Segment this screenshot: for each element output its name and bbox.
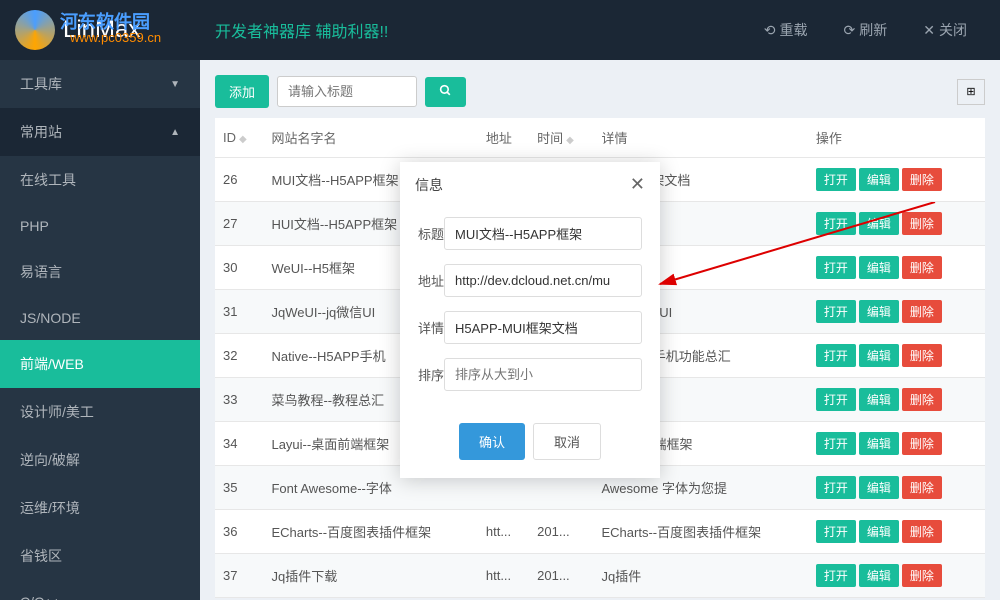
sort-label: 排序 [418,365,444,384]
modal-body: 标题 地址 详情 排序 [400,207,660,423]
modal-footer: 确认 取消 [400,423,660,478]
detail-input[interactable] [444,311,642,344]
modal-close-button[interactable]: ✕ [630,174,645,195]
sort-input[interactable] [444,358,642,391]
cancel-button[interactable]: 取消 [533,423,601,460]
info-modal: 信息 ✕ 标题 地址 详情 排序 确认 取消 [400,162,660,478]
confirm-button[interactable]: 确认 [459,423,525,460]
title-input[interactable] [444,217,642,250]
title-label: 标题 [418,224,444,243]
url-input[interactable] [444,264,642,297]
detail-label: 详情 [418,318,444,337]
modal-header: 信息 ✕ [400,162,660,207]
modal-title: 信息 [415,175,443,195]
url-label: 地址 [418,271,444,290]
